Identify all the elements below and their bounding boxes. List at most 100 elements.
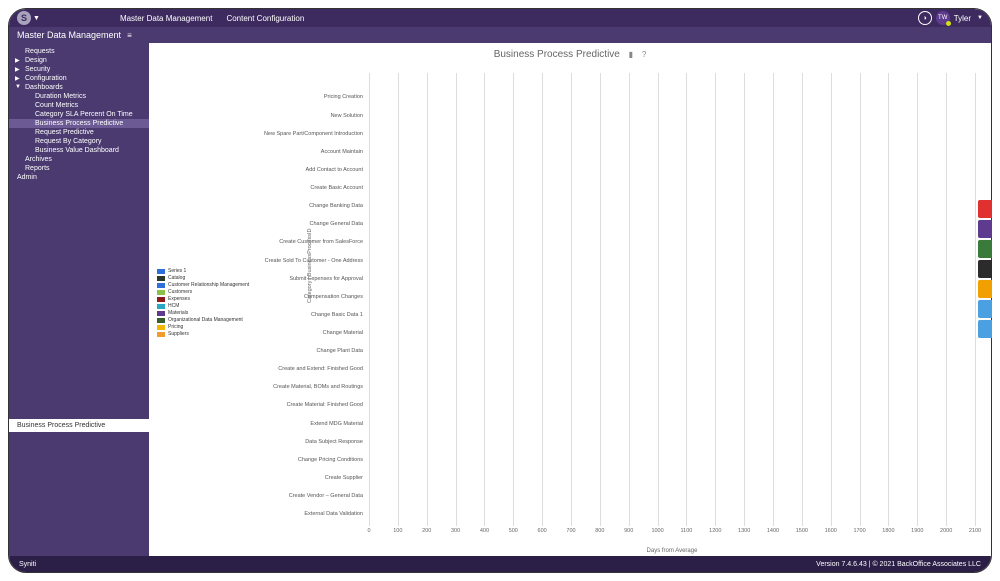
legend-swatch bbox=[157, 283, 165, 288]
x-tick: 800 bbox=[595, 528, 604, 534]
sidebar-item-configuration[interactable]: ▶Configuration bbox=[9, 74, 149, 83]
sidebar-item-label: Configuration bbox=[25, 75, 67, 82]
legend-swatch bbox=[157, 325, 165, 330]
sidebar-item-label: Duration Metrics bbox=[35, 93, 86, 100]
bar-label: Change Banking Data bbox=[169, 203, 369, 209]
bar-label: Create Vendor – General Data bbox=[169, 493, 369, 499]
context-title: Master Data Management bbox=[17, 30, 121, 40]
sidebar-item-design[interactable]: ▶ Design bbox=[9, 56, 149, 65]
sidebar-item-security[interactable]: ▶Security bbox=[9, 65, 149, 74]
sidebar-item-admin[interactable]: Admin bbox=[9, 173, 149, 182]
sidebar-item-label: Count Metrics bbox=[35, 102, 78, 109]
sidebar-item-dashboards[interactable]: ▼Dashboards bbox=[9, 83, 149, 92]
sidebar-item-count-metrics[interactable]: Count Metrics bbox=[9, 101, 149, 110]
legend-swatch bbox=[157, 276, 165, 281]
sidebar-item-reports[interactable]: Reports bbox=[9, 164, 149, 173]
side-tab[interactable] bbox=[978, 260, 992, 278]
x-tick: 1200 bbox=[709, 528, 721, 534]
x-tick: 100 bbox=[393, 528, 402, 534]
nav-master-data[interactable]: Master Data Management bbox=[120, 14, 213, 23]
sidebar-item-label: Design bbox=[25, 57, 47, 64]
x-tick: 900 bbox=[624, 528, 633, 534]
bar-label: Pricing Creation bbox=[169, 94, 369, 100]
legend-swatch bbox=[157, 290, 165, 295]
x-tick: 600 bbox=[538, 528, 547, 534]
topbar: S ▼ Master Data Management Content Confi… bbox=[9, 9, 991, 27]
sidebar-item-label: Request By Category bbox=[35, 138, 102, 145]
app-logo[interactable]: S bbox=[17, 11, 31, 25]
legend-swatch bbox=[157, 304, 165, 309]
side-tab[interactable] bbox=[978, 240, 992, 258]
sidebar-item-category-sla-percent-on-time[interactable]: Category SLA Percent On Time bbox=[9, 110, 149, 119]
bar-label: Create Supplier bbox=[169, 475, 369, 481]
sidebar-item-business-value-dashboard[interactable]: Business Value Dashboard bbox=[9, 146, 149, 155]
hamburger-icon[interactable]: ≡ bbox=[127, 31, 132, 40]
x-tick: 1000 bbox=[651, 528, 663, 534]
side-tab[interactable] bbox=[978, 280, 992, 298]
sidebar-item-label: Business Value Dashboard bbox=[35, 147, 119, 154]
x-tick: 700 bbox=[566, 528, 575, 534]
bar-label: Change Pricing Conditions bbox=[169, 457, 369, 463]
status-indicator bbox=[946, 21, 951, 26]
legend-label: HCM bbox=[168, 303, 179, 309]
side-tabs bbox=[978, 200, 992, 338]
x-tick: 1700 bbox=[853, 528, 865, 534]
app-menu-dropdown[interactable]: ▼ bbox=[33, 15, 40, 22]
bar-label: Create Basic Account bbox=[169, 185, 369, 191]
nav-content-config[interactable]: Content Configuration bbox=[226, 14, 304, 23]
bar-label: Account Maintain bbox=[169, 149, 369, 155]
user-menu-dropdown[interactable]: ▼ bbox=[977, 15, 983, 21]
sidebar-item-duration-metrics[interactable]: Duration Metrics bbox=[9, 92, 149, 101]
sidebar: Requests ▶ Design▶Security▶Configuration▼D… bbox=[9, 43, 149, 556]
sidebar-item-request-by-category[interactable]: Request By Category bbox=[9, 137, 149, 146]
sidebar-item-label: Request Predictive bbox=[35, 129, 94, 136]
legend-swatch bbox=[157, 318, 165, 323]
side-tab[interactable] bbox=[978, 220, 992, 238]
legend-label: Series 1 bbox=[168, 268, 186, 274]
sidebar-item-archives[interactable]: Archives bbox=[9, 155, 149, 164]
legend-item[interactable]: Customer Relationship Management bbox=[157, 282, 249, 288]
side-tab[interactable] bbox=[978, 200, 992, 218]
bar-label: Data Subject Response bbox=[169, 439, 369, 445]
bar-label: Create and Extend: Finished Good bbox=[169, 366, 369, 372]
legend-item[interactable]: Series 1 bbox=[157, 268, 249, 274]
bar-label: New Solution bbox=[169, 113, 369, 119]
footer: Syniti Version 7.4.6.43 | © 2021 BackOff… bbox=[9, 556, 991, 572]
y-axis-label: Category | BusinessProcessID bbox=[307, 228, 313, 303]
sidebar-item-label: Business Process Predictive bbox=[35, 120, 123, 127]
legend-label: Organizational Data Management bbox=[168, 317, 243, 323]
sidebar-item-requests[interactable]: Requests bbox=[9, 47, 149, 56]
x-tick: 2000 bbox=[940, 528, 952, 534]
sidebar-item-business-process-predictive[interactable]: Business Process Predictive bbox=[9, 119, 149, 128]
side-tab[interactable] bbox=[978, 300, 992, 318]
chart-plot-area: Pricing CreationNew SolutionNew Spare Pa… bbox=[369, 73, 975, 526]
bar-label: Compensation Changes bbox=[169, 294, 369, 300]
x-axis-label: Days from Average bbox=[369, 548, 975, 554]
sidebar-item-request-predictive[interactable]: Request Predictive bbox=[9, 128, 149, 137]
tree-arrow-icon: ▶ bbox=[15, 57, 20, 64]
legend-item[interactable]: Organizational Data Management bbox=[157, 317, 249, 323]
sidebar-item-label: Security bbox=[25, 66, 50, 73]
x-tick: 300 bbox=[451, 528, 460, 534]
sidebar-item-label: Requests bbox=[25, 48, 55, 55]
sidebar-item-label: Category SLA Percent On Time bbox=[35, 111, 133, 118]
chart-help-icon[interactable]: ? bbox=[642, 50, 646, 59]
bar-label: Create Material, BOMs and Routings bbox=[169, 384, 369, 390]
page-label: Business Process Predictive bbox=[9, 419, 149, 432]
legend-item[interactable]: HCM bbox=[157, 303, 249, 309]
sidebar-item-label: Admin bbox=[17, 174, 37, 181]
x-axis: 0100200300400500600700800900100011001200… bbox=[369, 528, 975, 542]
chart-sort-icon[interactable]: ▮ bbox=[629, 50, 633, 59]
user-name[interactable]: Tyler bbox=[954, 14, 971, 23]
bar-label: External Data Validation bbox=[169, 511, 369, 517]
user-avatar[interactable]: TW bbox=[936, 11, 950, 25]
bar-label: Create Customer from SalesForce bbox=[169, 239, 369, 245]
chart-title: Business Process Predictive ▮ ? bbox=[149, 43, 991, 62]
sidebar-item-label: Archives bbox=[25, 156, 52, 163]
x-tick: 2100 bbox=[969, 528, 981, 534]
sidebar-item-label: Reports bbox=[25, 165, 50, 172]
x-tick: 400 bbox=[480, 528, 489, 534]
side-tab[interactable] bbox=[978, 320, 992, 338]
bookmark-icon[interactable]: ◑ bbox=[918, 11, 932, 25]
bar-label: New Spare Part/Component Introduction bbox=[169, 131, 369, 137]
